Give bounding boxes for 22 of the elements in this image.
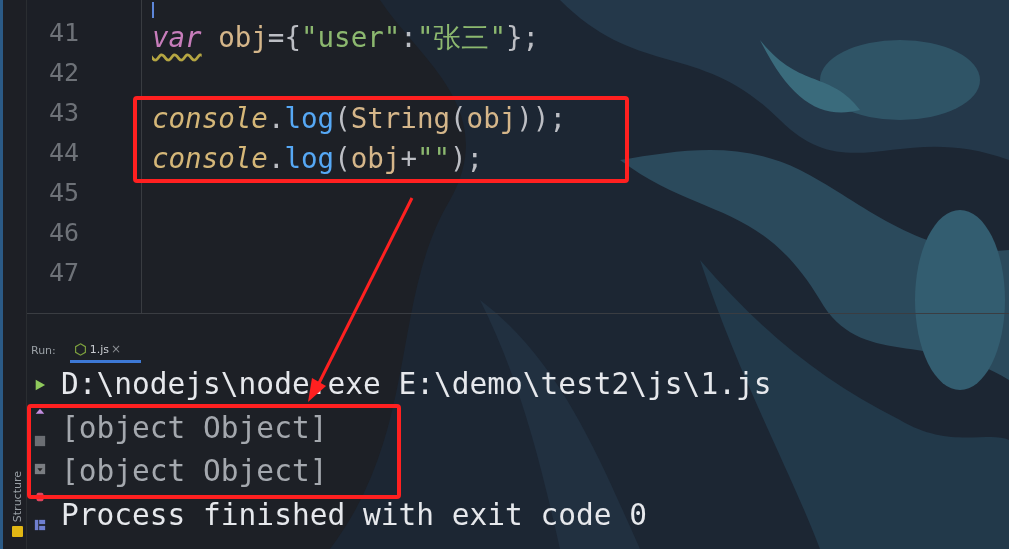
layout-icon[interactable] bbox=[34, 519, 46, 531]
code-line: console.log(String(obj)); bbox=[152, 102, 566, 134]
run-label: Run: bbox=[31, 344, 56, 359]
line-number: 41 bbox=[47, 18, 80, 49]
hexagon-icon bbox=[73, 343, 87, 356]
run-icon[interactable] bbox=[34, 379, 46, 391]
code-line: var obj={"user":"张三"}; bbox=[152, 20, 540, 55]
console-line: [object Object] bbox=[61, 454, 329, 490]
line-number: 44 bbox=[47, 138, 80, 169]
console-line: Process finished with exit code 0 bbox=[61, 497, 649, 534]
structure-icon[interactable] bbox=[11, 526, 23, 537]
console-line: [object Object] bbox=[61, 410, 329, 447]
line-number: 43 bbox=[47, 98, 80, 129]
code-line: console.log(obj+""); bbox=[152, 142, 484, 174]
line-number: 46 bbox=[47, 218, 80, 249]
structure-tab[interactable]: Structure bbox=[10, 470, 24, 522]
line-number: 45 bbox=[47, 178, 80, 209]
line-number: 42 bbox=[47, 58, 80, 89]
stop-icon[interactable] bbox=[34, 435, 46, 447]
line-number: 47 bbox=[47, 258, 80, 289]
close-icon[interactable]: × bbox=[109, 342, 126, 363]
download-icon[interactable] bbox=[34, 463, 46, 475]
